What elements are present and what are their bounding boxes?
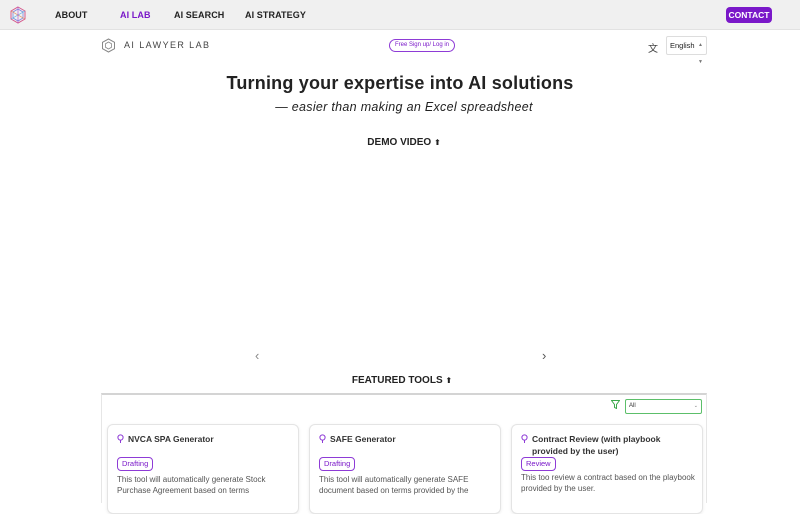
demo-video-toggle[interactable]: DEMO VIDEO ⬆︎	[0, 137, 800, 148]
demo-video-label: DEMO VIDEO	[367, 137, 432, 148]
tool-description: This tool will automatically generate SA…	[319, 475, 469, 495]
tool-tag: Review	[521, 457, 556, 471]
nav-ai-search[interactable]: AI SEARCH	[174, 10, 224, 20]
tool-title: SAFE Generator	[330, 434, 396, 444]
contact-button[interactable]: CONTACT	[726, 7, 772, 23]
chevron-up-icon: ⬆︎	[433, 138, 441, 147]
filter-icon[interactable]	[611, 400, 620, 409]
chevron-right-icon[interactable]: ›	[542, 348, 546, 363]
dropdown-caret-icon: ⌄	[693, 403, 698, 409]
tool-card[interactable]: SAFE Generator Drafting This tool will a…	[309, 424, 501, 514]
tool-card[interactable]: Contract Review (with playbook provided …	[511, 424, 703, 514]
featured-tools-toggle[interactable]: FEATURED TOOLS ⬆︎	[0, 375, 800, 386]
chevron-up-icon: ⬆︎	[445, 376, 453, 385]
translate-icon: 文	[648, 44, 658, 55]
featured-tools-label: FEATURED TOOLS	[351, 375, 443, 386]
lightbulb-icon	[521, 434, 528, 443]
tool-description: This too review a contract based on the …	[521, 473, 695, 493]
tool-title: NVCA SPA Generator	[128, 434, 214, 444]
category-filter-select[interactable]: All ⌄	[625, 399, 702, 414]
lightbulb-icon	[117, 434, 124, 443]
hero-subtitle: — easier than making an Excel spreadshee…	[275, 100, 533, 114]
tool-tag: Drafting	[117, 457, 154, 471]
top-nav-bar: ABOUT AI LAB AI SEARCH AI STRATEGY CONTA…	[0, 0, 800, 30]
language-select[interactable]: English ▲ ▼	[666, 36, 707, 65]
brand-logo-icon	[102, 38, 115, 53]
logo-icon[interactable]	[9, 6, 27, 24]
hero-title: Turning your expertise into AI solutions	[226, 73, 574, 93]
filter-value: All	[629, 403, 636, 409]
demo-video-area[interactable]	[270, 156, 540, 346]
nav-ai-lab[interactable]: AI LAB	[120, 10, 151, 20]
language-value: English	[670, 41, 695, 50]
tool-card[interactable]: NVCA SPA Generator Drafting This tool wi…	[107, 424, 299, 514]
chevron-left-icon[interactable]: ‹	[255, 348, 259, 363]
signup-login-button[interactable]: Free Sign up/ Log in	[389, 39, 455, 52]
tool-tag: Drafting	[319, 457, 356, 471]
nav-about[interactable]: ABOUT	[55, 10, 88, 20]
tool-title: Contract Review (with playbook provided …	[532, 434, 661, 456]
brand-name: AI LAWYER LAB	[124, 40, 211, 50]
dropdown-caret-icon: ▲ ▼	[698, 42, 703, 65]
lightbulb-icon	[319, 434, 326, 443]
nav-ai-strategy[interactable]: AI STRATEGY	[245, 10, 306, 20]
tool-description: This tool will automatically generate St…	[117, 475, 266, 495]
